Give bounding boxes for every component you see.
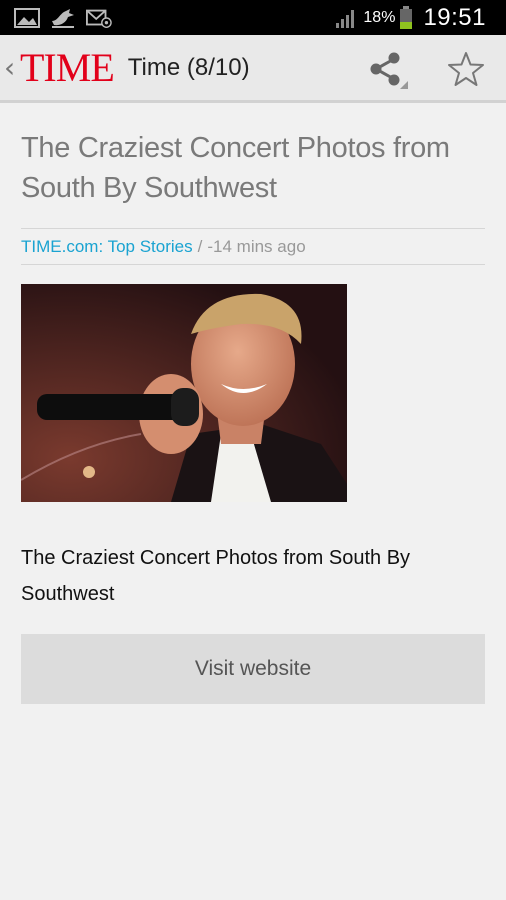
page-title: Time (8/10): [127, 53, 250, 81]
signal-icon: [336, 9, 355, 28]
battery-icon: [400, 5, 413, 29]
clock: 19:51: [423, 3, 486, 31]
article-content: The Craziest Concert Photos from South B…: [21, 103, 485, 704]
share-button[interactable]: [364, 47, 412, 93]
visit-website-button[interactable]: Visit website: [21, 634, 485, 704]
article-meta: TIME.com: Top Stories / -14 mins ago: [21, 228, 485, 265]
action-bar: ‹ TIME Time (8/10): [0, 35, 506, 103]
article-photo[interactable]: [21, 284, 347, 502]
star-icon: [448, 52, 484, 86]
gallery-icon: [14, 7, 40, 28]
favorite-button[interactable]: [444, 47, 488, 91]
status-bar: 18% 19:51: [0, 0, 506, 35]
timestamp: -14 mins ago: [207, 236, 306, 256]
share-icon: [370, 52, 408, 89]
meta-separator: /: [197, 236, 203, 256]
back-chevron-icon[interactable]: ‹: [4, 51, 18, 84]
source-link[interactable]: TIME.com: Top Stories: [21, 237, 193, 257]
notification-icons: [0, 7, 112, 29]
email-icon: [86, 9, 112, 28]
article-headline: The Craziest Concert Photos from South B…: [21, 132, 450, 204]
bird-icon: [52, 8, 74, 28]
battery-percent: 18%: [363, 8, 396, 26]
article-body: The Craziest Concert Photos from South B…: [21, 547, 411, 605]
concert-photo-illustration: [21, 284, 347, 502]
status-right: 18% 19:51: [335, 4, 506, 32]
app-logo[interactable]: TIME: [20, 47, 115, 88]
